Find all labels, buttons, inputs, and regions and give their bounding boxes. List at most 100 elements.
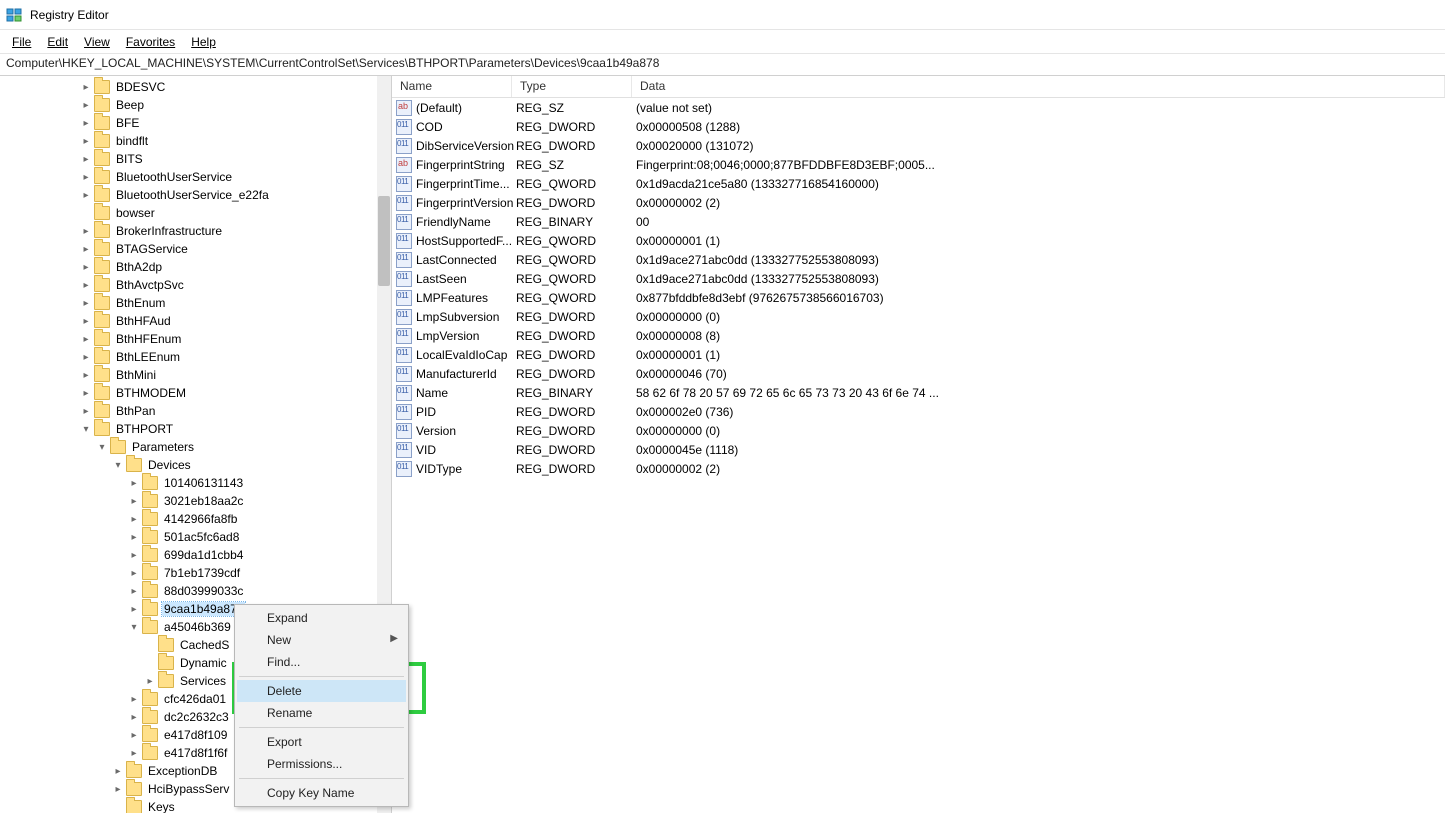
tree-item[interactable]: ▸bindflt [0,132,391,150]
scroll-thumb[interactable] [378,196,390,286]
chevron-right-icon[interactable]: ▸ [128,748,140,759]
col-data[interactable]: Data [632,76,1445,97]
cm-new[interactable]: New▶ [237,629,406,651]
chevron-down-icon[interactable]: ▾ [112,460,124,471]
tree-item[interactable]: ▸BthLEEnum [0,348,391,366]
tree-item[interactable]: ▸88d03999033c [0,582,391,600]
chevron-right-icon[interactable]: ▸ [80,118,92,129]
menu-file[interactable]: File [4,33,39,51]
chevron-right-icon[interactable]: ▸ [80,136,92,147]
chevron-down-icon[interactable]: ▾ [128,622,140,633]
chevron-right-icon[interactable]: ▸ [128,730,140,741]
value-row[interactable]: LmpVersionREG_DWORD0x00000008 (8) [392,326,1445,345]
chevron-right-icon[interactable]: ▸ [144,676,156,687]
tree-item[interactable]: ▸BTAGService [0,240,391,258]
values-list[interactable]: (Default)REG_SZ(value not set)CODREG_DWO… [392,98,1445,813]
chevron-right-icon[interactable]: ▸ [80,244,92,255]
value-row[interactable]: FingerprintVersionREG_DWORD0x00000002 (2… [392,193,1445,212]
value-row[interactable]: LastConnectedREG_QWORD0x1d9ace271abc0dd … [392,250,1445,269]
value-row[interactable]: LMPFeaturesREG_QWORD0x877bfddbfe8d3ebf (… [392,288,1445,307]
value-row[interactable]: FriendlyNameREG_BINARY00 [392,212,1445,231]
tree-item[interactable]: ▸7b1eb1739cdf [0,564,391,582]
chevron-right-icon[interactable]: ▸ [128,712,140,723]
value-row[interactable]: PIDREG_DWORD0x000002e0 (736) [392,402,1445,421]
menu-help[interactable]: Help [183,33,224,51]
chevron-right-icon[interactable]: ▸ [128,514,140,525]
chevron-right-icon[interactable]: ▸ [80,100,92,111]
tree-item[interactable]: ▸BITS [0,150,391,168]
tree-item[interactable]: ▸BluetoothUserService_e22fa [0,186,391,204]
tree-item[interactable]: ▾Devices [0,456,391,474]
tree-item[interactable]: ▸BthHFAud [0,312,391,330]
chevron-right-icon[interactable]: ▸ [80,388,92,399]
tree-item[interactable]: ▸BthAvctpSvc [0,276,391,294]
tree-item[interactable]: ▸3021eb18aa2c [0,492,391,510]
chevron-right-icon[interactable]: ▸ [128,604,140,615]
chevron-right-icon[interactable]: ▸ [128,568,140,579]
value-row[interactable]: DibServiceVersionREG_DWORD0x00020000 (13… [392,136,1445,155]
chevron-right-icon[interactable]: ▸ [128,694,140,705]
address-bar[interactable]: Computer\HKEY_LOCAL_MACHINE\SYSTEM\Curre… [0,54,1445,76]
col-type[interactable]: Type [512,76,632,97]
chevron-right-icon[interactable]: ▸ [112,784,124,795]
chevron-right-icon[interactable]: ▸ [80,280,92,291]
chevron-right-icon[interactable]: ▸ [80,154,92,165]
value-row[interactable]: VersionREG_DWORD0x00000000 (0) [392,421,1445,440]
value-row[interactable]: VIDREG_DWORD0x0000045e (1118) [392,440,1445,459]
chevron-right-icon[interactable]: ▸ [128,532,140,543]
tree-item[interactable]: ▸BFE [0,114,391,132]
chevron-right-icon[interactable]: ▸ [80,298,92,309]
chevron-right-icon[interactable]: ▸ [80,334,92,345]
cm-rename[interactable]: Rename [237,702,406,724]
value-row[interactable]: LocalEvaIdIoCapREG_DWORD0x00000001 (1) [392,345,1445,364]
tree-item[interactable]: ▸BthMini [0,366,391,384]
tree-item[interactable]: ▸101406131143 [0,474,391,492]
tree-item[interactable]: ▸501ac5fc6ad8 [0,528,391,546]
tree-item[interactable]: ▸BthA2dp [0,258,391,276]
cm-copy-key-name[interactable]: Copy Key Name [237,782,406,804]
cm-permissions[interactable]: Permissions... [237,753,406,775]
value-row[interactable]: NameREG_BINARY58 62 6f 78 20 57 69 72 65… [392,383,1445,402]
chevron-right-icon[interactable]: ▸ [80,172,92,183]
chevron-down-icon[interactable]: ▾ [96,442,108,453]
cm-delete[interactable]: Delete [237,680,406,702]
value-row[interactable]: ManufacturerIdREG_DWORD0x00000046 (70) [392,364,1445,383]
tree-item[interactable]: ▸BthEnum [0,294,391,312]
chevron-right-icon[interactable]: ▸ [80,316,92,327]
tree-item[interactable]: ▸Beep [0,96,391,114]
chevron-right-icon[interactable]: ▸ [128,478,140,489]
tree-item[interactable]: ▾Parameters [0,438,391,456]
menu-view[interactable]: View [76,33,118,51]
tree-item[interactable]: ▸BTHMODEM [0,384,391,402]
cm-export[interactable]: Export [237,731,406,753]
chevron-right-icon[interactable]: ▸ [80,352,92,363]
tree-item[interactable]: ▸BDESVC [0,78,391,96]
chevron-right-icon[interactable]: ▸ [80,370,92,381]
tree-item[interactable]: bowser [0,204,391,222]
tree-item[interactable]: ▾BTHPORT [0,420,391,438]
col-name[interactable]: Name [392,76,512,97]
menu-edit[interactable]: Edit [39,33,76,51]
tree-item[interactable]: ▸BrokerInfrastructure [0,222,391,240]
value-row[interactable]: VIDTypeREG_DWORD0x00000002 (2) [392,459,1445,478]
value-row[interactable]: CODREG_DWORD0x00000508 (1288) [392,117,1445,136]
chevron-right-icon[interactable]: ▸ [80,262,92,273]
chevron-right-icon[interactable]: ▸ [128,550,140,561]
value-row[interactable]: FingerprintTime...REG_QWORD0x1d9acda21ce… [392,174,1445,193]
value-row[interactable]: HostSupportedF...REG_QWORD0x00000001 (1) [392,231,1445,250]
value-row[interactable]: LastSeenREG_QWORD0x1d9ace271abc0dd (1333… [392,269,1445,288]
menu-favorites[interactable]: Favorites [118,33,183,51]
chevron-right-icon[interactable]: ▸ [80,226,92,237]
chevron-right-icon[interactable]: ▸ [80,190,92,201]
value-row[interactable]: LmpSubversionREG_DWORD0x00000000 (0) [392,307,1445,326]
cm-expand[interactable]: Expand [237,607,406,629]
tree-item[interactable]: ▸699da1d1cbb4 [0,546,391,564]
chevron-down-icon[interactable]: ▾ [80,424,92,435]
chevron-right-icon[interactable]: ▸ [112,766,124,777]
tree-item[interactable]: ▸BluetoothUserService [0,168,391,186]
value-row[interactable]: FingerprintStringREG_SZFingerprint:08;00… [392,155,1445,174]
chevron-right-icon[interactable]: ▸ [80,82,92,93]
value-row[interactable]: (Default)REG_SZ(value not set) [392,98,1445,117]
chevron-right-icon[interactable]: ▸ [128,496,140,507]
tree-item[interactable]: ▸BthHFEnum [0,330,391,348]
